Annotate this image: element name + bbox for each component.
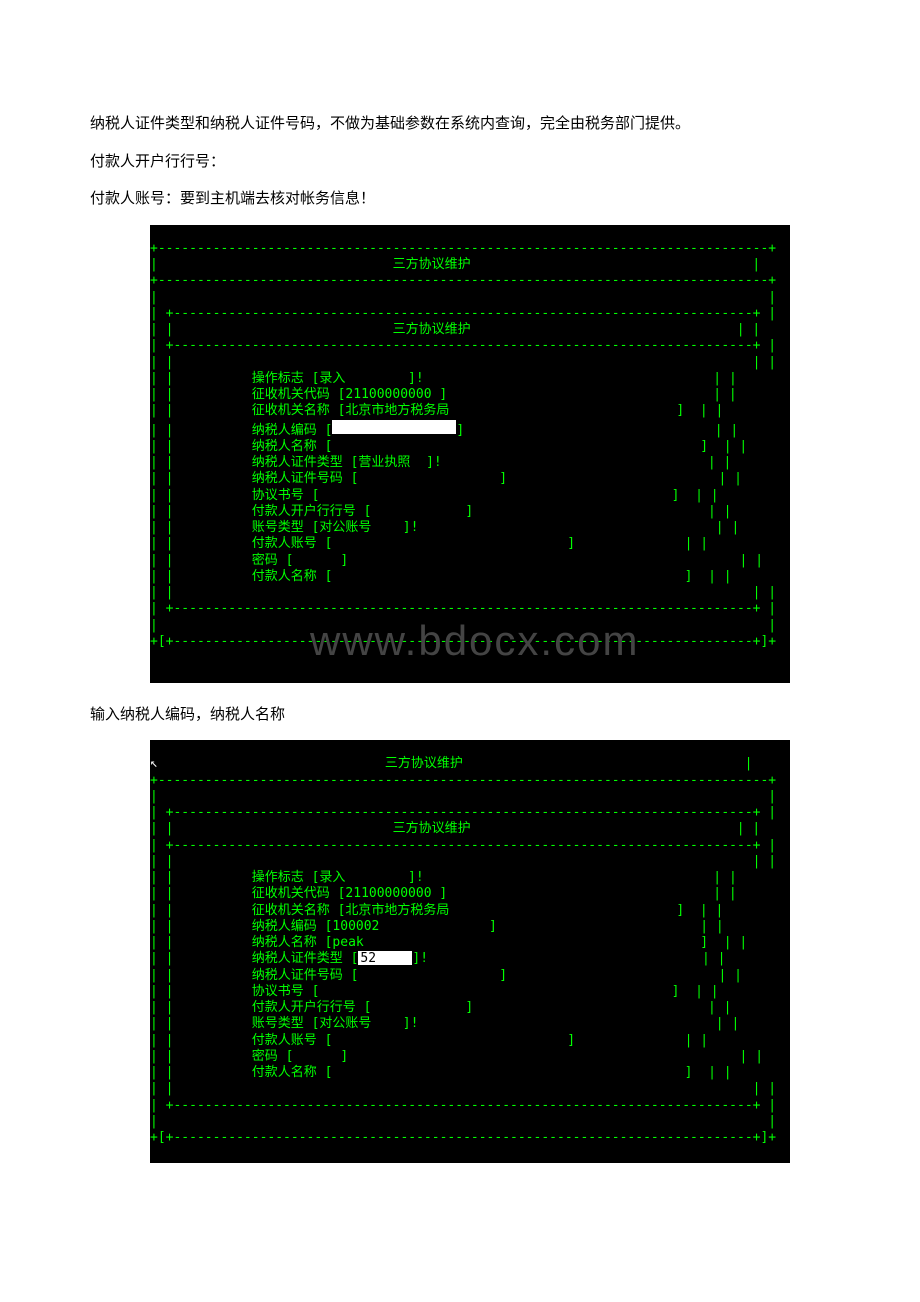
term2-inner-title: 三方协议维护 bbox=[393, 821, 471, 836]
op-value-2: 录入 bbox=[319, 870, 345, 885]
name-value: 北京市地方税务局 bbox=[345, 403, 449, 418]
name-label: 征收机关名称 bbox=[252, 403, 330, 418]
code-label-2: 征收机关代码 bbox=[252, 886, 330, 901]
certtype-value: 营业执照 bbox=[358, 455, 410, 470]
terminal-screenshot-2: ↖ 三方协议维护 | +----------------------------… bbox=[150, 740, 790, 1163]
term1-inner-title: 三方协议维护 bbox=[393, 322, 471, 337]
agr-label: 协议书号 bbox=[252, 488, 304, 503]
certno-label-2: 纳税人证件号码 bbox=[252, 968, 343, 983]
pwd-label-2: 密码 bbox=[252, 1049, 278, 1064]
name-label-2: 征收机关名称 bbox=[252, 903, 330, 918]
op-value: 录入 bbox=[319, 371, 345, 386]
taxname-value-2: peak bbox=[332, 935, 363, 950]
accttype-label-2: 账号类型 bbox=[252, 1016, 304, 1031]
name-value-2: 北京市地方税务局 bbox=[345, 903, 449, 918]
taxcode-label-2: 纳税人编码 bbox=[252, 919, 317, 934]
accttype-label: 账号类型 bbox=[252, 520, 304, 535]
payeracct-label: 付款人账号 bbox=[252, 536, 317, 551]
certtype-input-2[interactable]: 52 bbox=[358, 951, 412, 965]
paragraph-1: 纳税人证件类型和纳税人证件号码，不做为基础参数在系统内查询，完全由税务部门提供。 bbox=[60, 112, 860, 138]
taxcode-label: 纳税人编码 bbox=[252, 423, 317, 438]
taxname-label: 纳税人名称 bbox=[252, 439, 317, 454]
certtype-label-2: 纳税人证件类型 bbox=[252, 951, 343, 966]
taxname-label-2: 纳税人名称 bbox=[252, 935, 317, 950]
paragraph-2: 付款人开户行行号： bbox=[60, 150, 860, 176]
accttype-value-2: 对公账号 bbox=[319, 1016, 371, 1031]
payerbank-label-2: 付款人开户行行号 bbox=[252, 1000, 356, 1015]
payerbank-label: 付款人开户行行号 bbox=[252, 504, 356, 519]
accttype-value: 对公账号 bbox=[319, 520, 371, 535]
terminal-screenshot-1: +---------------------------------------… bbox=[150, 225, 790, 683]
taxcode-input[interactable] bbox=[332, 420, 456, 434]
agr-label-2: 协议书号 bbox=[252, 984, 304, 999]
paragraph-4: 输入纳税人编码，纳税人名称 bbox=[60, 703, 860, 729]
certtype-label: 纳税人证件类型 bbox=[252, 455, 343, 470]
paragraph-3: 付款人账号：要到主机端去核对帐务信息！ bbox=[60, 187, 860, 213]
code-value-2: 21100000000 bbox=[345, 886, 431, 901]
pwd-label: 密码 bbox=[252, 553, 278, 568]
op-label-2: 操作标志 bbox=[252, 870, 304, 885]
code-label: 征收机关代码 bbox=[252, 387, 330, 402]
payername-label: 付款人名称 bbox=[252, 569, 317, 584]
taxcode-value-2: 100002 bbox=[332, 919, 379, 934]
op-label: 操作标志 bbox=[252, 371, 304, 386]
certno-label: 纳税人证件号码 bbox=[252, 471, 343, 486]
code-value: 21100000000 bbox=[345, 387, 431, 402]
payeracct-label-2: 付款人账号 bbox=[252, 1033, 317, 1048]
term2-outer-title: 三方协议维护 bbox=[385, 756, 463, 771]
term1-outer-title: 三方协议维护 bbox=[393, 257, 471, 272]
payername-label-2: 付款人名称 bbox=[252, 1065, 317, 1080]
